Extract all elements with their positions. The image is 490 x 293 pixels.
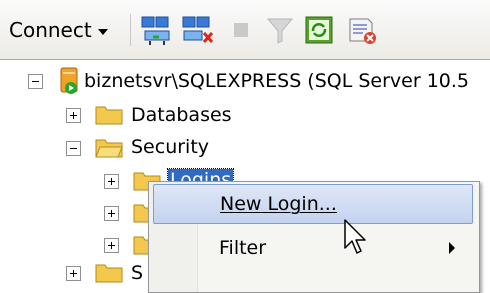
- expand-toggle[interactable]: [66, 266, 81, 281]
- tree-node-databases[interactable]: Databases: [131, 100, 232, 130]
- tree-node-label: Databases: [131, 104, 232, 126]
- menu-item-label: New Login...: [220, 193, 337, 215]
- chevron-down-icon: [97, 28, 108, 35]
- connect-button[interactable]: Connect: [9, 16, 108, 44]
- refresh-icon[interactable]: [302, 13, 338, 47]
- expand-toggle[interactable]: [104, 206, 119, 221]
- tree-node-label: Security: [131, 136, 210, 158]
- connect-object-explorer-icon[interactable]: [139, 13, 175, 47]
- server-icon: [60, 67, 78, 94]
- server-node[interactable]: biznetsvr\SQLEXPRESS (SQL Server 10.5: [84, 66, 469, 96]
- expand-toggle-databases[interactable]: [66, 108, 81, 123]
- submenu-arrow-icon: [449, 242, 455, 254]
- disconnect-icon[interactable]: [180, 13, 216, 47]
- folder-icon: [95, 264, 123, 283]
- stop-icon: [234, 23, 248, 37]
- collapse-toggle-security[interactable]: [66, 141, 81, 156]
- menu-item-new-login[interactable]: New Login...: [153, 184, 473, 224]
- toolbar-separator: [130, 14, 131, 46]
- expand-toggle[interactable]: [104, 238, 119, 253]
- tree-node-security[interactable]: Security: [131, 132, 209, 162]
- folder-open-icon: [95, 139, 123, 158]
- object-explorer-toolbar: Connect: [0, 0, 490, 60]
- context-menu: New Login... Filter: [148, 181, 480, 293]
- tree-node-partial[interactable]: S: [131, 258, 143, 288]
- mouse-cursor-icon: [344, 219, 366, 254]
- folder-icon: [95, 106, 123, 125]
- tree-node-label: S: [131, 262, 144, 284]
- expand-toggle-logins[interactable]: [104, 174, 119, 189]
- connect-label: Connect: [9, 18, 92, 42]
- summary-icon[interactable]: [344, 13, 380, 47]
- menu-item-label: Filter: [219, 237, 267, 259]
- collapse-toggle[interactable]: [28, 74, 43, 89]
- menu-item-filter[interactable]: Filter: [153, 228, 473, 268]
- server-label: biznetsvr\SQLEXPRESS (SQL Server 10.5: [84, 70, 470, 92]
- filter-icon: [266, 18, 294, 44]
